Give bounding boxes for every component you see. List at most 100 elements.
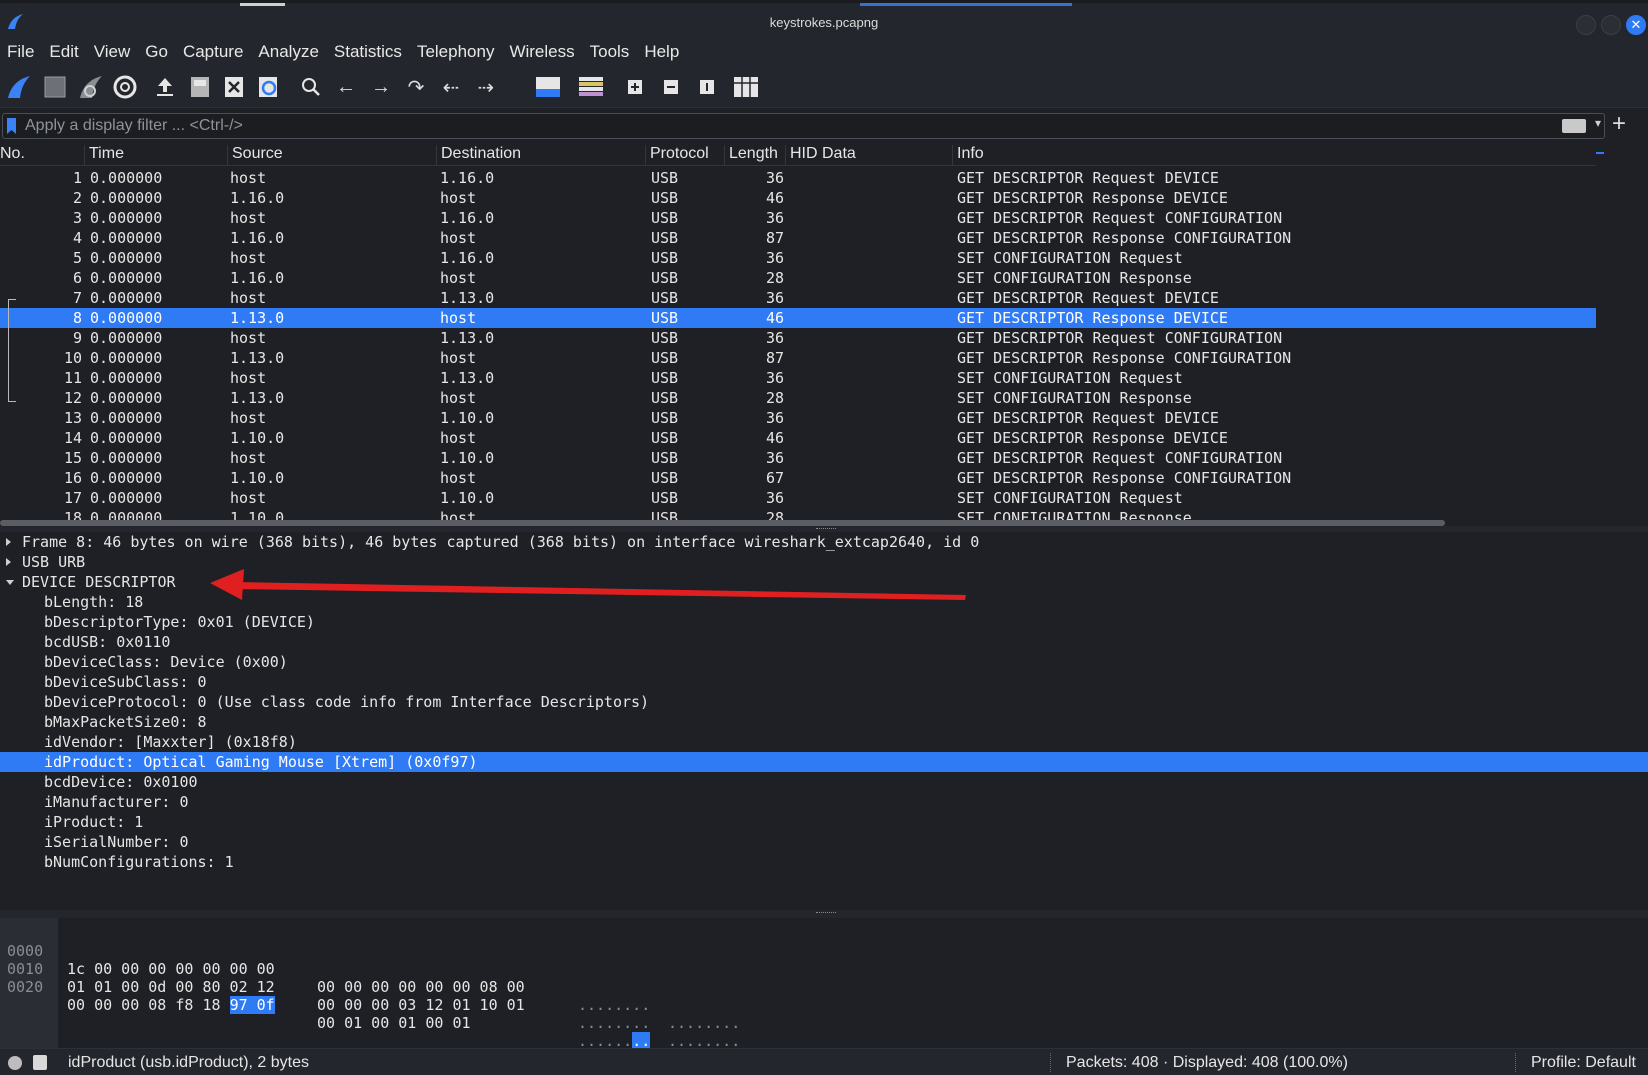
detail-tree-item[interactable]: bDeviceClass: Device (0x00): [0, 652, 1648, 672]
colorize-icon[interactable]: [576, 72, 606, 102]
shark-fin-start-icon[interactable]: [4, 72, 34, 102]
detail-tree-item[interactable]: iManufacturer: 0: [0, 792, 1648, 812]
filter-bookmark-icon[interactable]: [7, 118, 16, 134]
go-forward-icon[interactable]: →: [366, 72, 396, 102]
detail-tree-item[interactable]: bNumConfigurations: 1: [0, 852, 1648, 872]
expand-arrow-down-icon[interactable]: [6, 580, 14, 585]
menu-tools[interactable]: Tools: [583, 40, 638, 62]
detail-tree-item[interactable]: Frame 8: 46 bytes on wire (368 bits), 46…: [0, 532, 1648, 552]
detail-tree-item[interactable]: bDeviceSubClass: 0: [0, 672, 1648, 692]
go-to-packet-icon[interactable]: ↷: [401, 72, 431, 102]
expand-arrow-right-icon[interactable]: [6, 538, 11, 546]
bytes-ascii[interactable]: ........: [668, 1014, 740, 1032]
column-header-destination[interactable]: Destination: [436, 145, 645, 165]
packet-row[interactable]: 12 0.000000 1.13.0 host USB 28 SET CONFIGURATI…: [0, 388, 1596, 408]
packet-row[interactable]: 3 0.000000 host 1.16.0 USB 36 GET DESCRIPTOR R…: [0, 208, 1596, 228]
detail-tree-item[interactable]: bcdDevice: 0x0100: [0, 772, 1648, 792]
minimize-button[interactable]: [1576, 15, 1596, 35]
packet-row[interactable]: 5 0.000000 host 1.16.0 USB 36 SET CONFIGURATIO…: [0, 248, 1596, 268]
bytes-ascii[interactable]: ........: [578, 996, 650, 1014]
column-header-time[interactable]: Time: [84, 145, 227, 165]
column-header-source[interactable]: Source: [227, 145, 436, 165]
packet-row[interactable]: 8 0.000000 1.13.0 host USB 46 GET DESCRIPTOR R…: [0, 308, 1596, 328]
column-header-hid-data[interactable]: HID Data: [785, 145, 952, 165]
capture-comment-icon[interactable]: [33, 1055, 47, 1070]
status-profile[interactable]: Profile: Default: [1531, 1054, 1636, 1072]
auto-scroll-icon[interactable]: [533, 72, 563, 102]
detail-tree-item[interactable]: idVendor: [Maxxter] (0x18f8): [0, 732, 1648, 752]
menu-wireless[interactable]: Wireless: [502, 40, 582, 62]
menu-analyze[interactable]: Analyze: [251, 40, 326, 62]
column-header-protocol[interactable]: Protocol: [645, 145, 724, 165]
add-filter-button[interactable]: +: [1612, 110, 1626, 138]
close-button[interactable]: ✕: [1626, 15, 1646, 35]
packet-row[interactable]: 15 0.000000 host 1.10.0 USB 36 GET DESCRIPTOR …: [0, 448, 1596, 468]
save-file-icon[interactable]: [185, 72, 215, 102]
bytes-hex[interactable]: 00 01 00 01 00 01: [317, 1014, 471, 1032]
packet-row[interactable]: 1 0.000000 host 1.16.0 USB 36 GET DESCRIPTOR R…: [0, 168, 1596, 188]
close-file-icon[interactable]: [219, 72, 249, 102]
search-icon[interactable]: [296, 72, 326, 102]
detail-tree-item[interactable]: bDeviceProtocol: 0 (Use class code info …: [0, 692, 1648, 712]
bytes-hex[interactable]: 00 00 00 00 00 00 08 00: [317, 978, 525, 996]
pane-splitter-bottom[interactable]: [0, 910, 1648, 918]
packet-list-header: No. Time Source Destination Protocol Len…: [0, 142, 1596, 166]
packet-row[interactable]: 6 0.000000 1.16.0 host USB 28 SET CONFIGURATIO…: [0, 268, 1596, 288]
restart-fin-icon[interactable]: [76, 72, 106, 102]
detail-tree-item[interactable]: idProduct: Optical Gaming Mouse [Xtrem] …: [0, 752, 1648, 772]
filter-history-chevron-down-icon[interactable]: ▾: [1595, 116, 1601, 130]
packet-destination: 1.10.0: [440, 409, 495, 427]
menu-statistics[interactable]: Statistics: [327, 40, 410, 62]
packet-row[interactable]: 14 0.000000 1.10.0 host USB 46 GET DESCRIPTOR …: [0, 428, 1596, 448]
menu-telephony[interactable]: Telephony: [410, 40, 503, 62]
menu-help[interactable]: Help: [637, 40, 687, 62]
go-back-icon[interactable]: ←: [331, 72, 361, 102]
packet-row[interactable]: 17 0.000000 host 1.10.0 USB 36 SET CONFIGURATI…: [0, 488, 1596, 508]
bytes-hex[interactable]: 00 00 00 03 12 01 10 01: [317, 996, 525, 1014]
normal-size-icon[interactable]: [692, 72, 722, 102]
first-packet-icon[interactable]: ⇠: [436, 72, 466, 102]
packet-row[interactable]: 9 0.000000 host 1.13.0 USB 36 GET DESCRIPTOR R…: [0, 328, 1596, 348]
packet-row[interactable]: 11 0.000000 host 1.13.0 USB 36 SET CONFIGURATI…: [0, 368, 1596, 388]
detail-tree-item[interactable]: bDescriptorType: 0x01 (DEVICE): [0, 612, 1648, 632]
packet-row[interactable]: 4 0.000000 1.16.0 host USB 87 GET DESCRIPTOR R…: [0, 228, 1596, 248]
open-file-icon[interactable]: [150, 72, 180, 102]
detail-tree-item[interactable]: iSerialNumber: 0: [0, 832, 1648, 852]
bytes-hex[interactable]: 1c 00 00 00 00 00 00 00: [67, 960, 275, 978]
column-header-no[interactable]: No.: [0, 145, 84, 165]
apply-filter-arrow-icon[interactable]: [1562, 119, 1586, 133]
packet-row[interactable]: 13 0.000000 host 1.10.0 USB 36 GET DESCRIPTOR …: [0, 408, 1596, 428]
menu-go[interactable]: Go: [138, 40, 176, 62]
detail-tree-item[interactable]: bMaxPacketSize0: 8: [0, 712, 1648, 732]
reload-file-icon[interactable]: [254, 72, 284, 102]
zoom-in-icon[interactable]: [620, 72, 650, 102]
packet-row[interactable]: 7 0.000000 host 1.13.0 USB 36 GET DESCRIPTOR R…: [0, 288, 1596, 308]
expand-arrow-right-icon[interactable]: [6, 558, 11, 566]
menu-edit[interactable]: Edit: [42, 40, 86, 62]
maximize-button[interactable]: [1601, 15, 1621, 35]
menu-file[interactable]: File: [0, 40, 42, 62]
packet-row[interactable]: 16 0.000000 1.10.0 host USB 67 GET DESCRIPTOR …: [0, 468, 1596, 488]
stop-square-icon[interactable]: [40, 72, 70, 102]
capture-options-gear-icon[interactable]: [110, 72, 140, 102]
expert-info-icon[interactable]: [8, 1056, 22, 1070]
packet-row[interactable]: 2 0.000000 1.16.0 host USB 46 GET DESCRIPTOR R…: [0, 188, 1596, 208]
detail-tree-item[interactable]: iProduct: 1: [0, 812, 1648, 832]
resize-columns-icon[interactable]: [731, 72, 761, 102]
column-header-length[interactable]: Length: [724, 145, 785, 165]
packet-row[interactable]: 18 0.000000 1.10.0 host USB 28 SET CONFIGURATI…: [0, 508, 1596, 520]
detail-tree-item[interactable]: bcdUSB: 0x0110: [0, 632, 1648, 652]
bytes-hex[interactable]: 00 00 00 08 f8 18 97 0f: [67, 996, 275, 1014]
bytes-hex[interactable]: 01 01 00 0d 00 80 02 12: [67, 978, 275, 996]
zoom-out-icon[interactable]: [656, 72, 686, 102]
menu-capture[interactable]: Capture: [176, 40, 251, 62]
menu-view[interactable]: View: [87, 40, 139, 62]
packet-time: 0.000000: [90, 209, 163, 227]
packet-length: 87: [765, 229, 784, 247]
packet-row[interactable]: 10 0.000000 1.13.0 host USB 87 GET DESCRIPTOR …: [0, 348, 1596, 368]
last-packet-icon[interactable]: ⇢: [471, 72, 501, 102]
display-filter-input[interactable]: Apply a display filter ... <Ctrl-/> ▾: [2, 113, 1605, 139]
packet-list-scrollbar[interactable]: [1596, 142, 1648, 520]
column-header-info[interactable]: Info: [952, 145, 1596, 165]
bytes-ascii[interactable]: ........: [578, 1014, 650, 1032]
